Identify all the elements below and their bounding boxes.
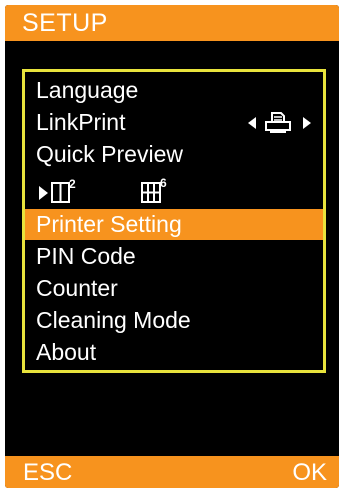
layout-2-up-icon[interactable] [51, 178, 71, 204]
menu-item-label: Cleaning Mode [36, 307, 191, 333]
menu-item-linkprint[interactable]: LinkPrint [25, 107, 323, 138]
selection-pointer-icon [39, 186, 48, 200]
printer-icon [265, 112, 291, 133]
camera-lcd-screen: SETUP Language LinkPrint Quick Preview 2… [5, 5, 339, 488]
footer-bar: ESC OK [5, 456, 339, 488]
menu-item-language[interactable]: Language [25, 75, 323, 106]
menu-item-about[interactable]: About [25, 337, 323, 368]
menu-item-label: LinkPrint [36, 109, 126, 135]
ok-softkey[interactable]: OK [292, 456, 327, 488]
menu-item-cleaning-mode[interactable]: Cleaning Mode [25, 305, 323, 336]
menu-item-pin-code[interactable]: PIN Code [25, 241, 323, 272]
arrow-right-icon[interactable] [303, 117, 311, 129]
menu-item-quick-preview[interactable]: Quick Preview [25, 139, 323, 170]
menu-item-label: Quick Preview [36, 141, 183, 167]
menu-item-printer-setting[interactable]: Printer Setting [25, 209, 323, 240]
page-title: SETUP [22, 9, 108, 37]
esc-softkey[interactable]: ESC [23, 456, 72, 488]
menu-item-label: PIN Code [36, 243, 136, 269]
menu-item-label: Printer Setting [36, 211, 182, 237]
menu-item-label: Language [36, 77, 139, 103]
setup-menu: Language LinkPrint Quick Preview 2 6 Pri… [22, 69, 326, 373]
quick-preview-options: 2 6 [25, 176, 323, 210]
menu-item-counter[interactable]: Counter [25, 273, 323, 304]
layout-2-badge: 2 [69, 177, 76, 191]
menu-item-label: Counter [36, 275, 118, 301]
arrow-left-icon[interactable] [248, 117, 256, 129]
menu-item-label: About [36, 339, 97, 365]
layout-6-badge: 6 [160, 176, 167, 190]
title-bar: SETUP [5, 5, 339, 41]
linkprint-value-selector[interactable] [246, 111, 316, 135]
